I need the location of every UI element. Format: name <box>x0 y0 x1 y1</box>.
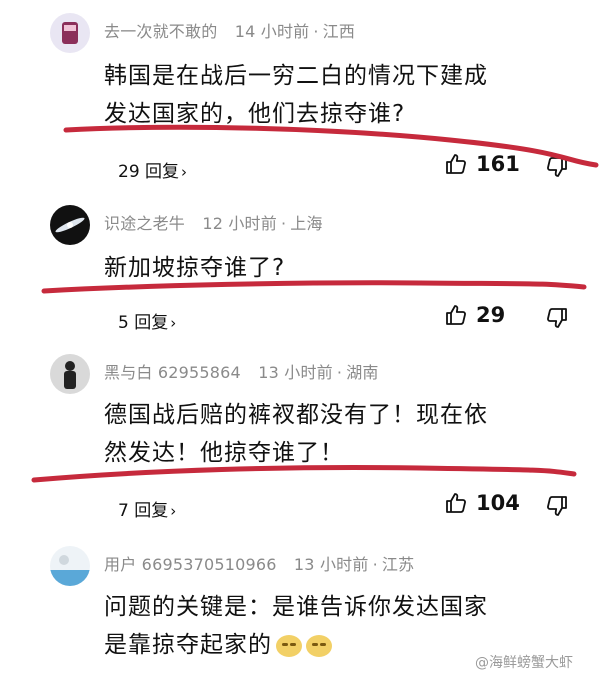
dislike-button[interactable] <box>545 494 569 522</box>
avatar-image <box>55 217 85 233</box>
thumbs-up-icon <box>446 154 466 174</box>
avatar-image <box>64 361 76 389</box>
separator: · <box>313 22 319 41</box>
reply-count: 7 回复 <box>118 501 169 521</box>
chevron-right-icon: › <box>181 163 188 181</box>
username[interactable]: 识途之老牛 <box>104 214 185 233</box>
comment-meta: 用户 6695370510966 13 小时前 · 江苏 <box>104 551 414 575</box>
dislike-button[interactable] <box>545 155 569 183</box>
thumbs-up-icon <box>446 305 466 325</box>
avatar[interactable] <box>50 354 90 394</box>
comment-text-line: 韩国是在战后一穷二白的情况下建成 <box>104 63 488 89</box>
location: 上海 <box>290 214 323 233</box>
comment-meta: 识途之老牛 12 小时前 · 上海 <box>104 210 323 234</box>
location: 湖南 <box>346 363 379 382</box>
comment-text-line: 发达国家的，他们去掠夺谁? <box>104 101 406 127</box>
avatar-image <box>62 22 78 44</box>
comment-text: 新加坡掠夺谁了? <box>104 249 584 287</box>
username[interactable]: 用户 6695370510966 <box>104 555 277 574</box>
timestamp: 14 小时前 <box>234 22 310 41</box>
comment-text-line: 问题的关键是：是谁告诉你发达国家 <box>104 594 488 620</box>
smirk-emoji-icon <box>276 634 302 657</box>
reply-count-button[interactable]: 7 回复 › <box>118 496 176 521</box>
avatar[interactable] <box>50 13 90 53</box>
comment-meta: 黑与白 62955864 13 小时前 · 湖南 <box>104 359 379 383</box>
thumbs-down-icon <box>547 308 567 328</box>
avatar[interactable] <box>50 205 90 245</box>
username[interactable]: 黑与白 62955864 <box>104 363 241 382</box>
comment-text: 德国战后赔的裤衩都没有了！现在依 然发达！他掠夺谁了！ <box>104 396 584 472</box>
like-count: 161 <box>476 152 520 176</box>
avatar-image <box>50 555 90 586</box>
comment-text-line: 德国战后赔的裤衩都没有了！现在依 <box>104 402 488 428</box>
reply-count: 29 回复 <box>118 162 180 182</box>
separator: · <box>336 363 343 382</box>
thumbs-up-icon <box>446 493 466 513</box>
avatar[interactable] <box>50 546 90 586</box>
like-button[interactable]: 161 <box>444 152 520 176</box>
comment-text: 韩国是在战后一穷二白的情况下建成 发达国家的，他们去掠夺谁? <box>104 57 584 133</box>
like-button[interactable]: 104 <box>444 491 520 515</box>
reply-count: 5 回复 <box>118 313 169 333</box>
comment-text-line: 新加坡掠夺谁了? <box>104 255 286 281</box>
reply-count-button[interactable]: 5 回复 › <box>118 308 176 333</box>
reply-count-button[interactable]: 29 回复 › <box>118 157 187 182</box>
comment-meta: 去一次就不敢的 14 小时前 · 江西 <box>104 18 355 42</box>
comment-text-line: 然发达！他掠夺谁了！ <box>104 440 344 466</box>
location: 江苏 <box>381 555 415 574</box>
thumbs-down-icon <box>547 157 567 177</box>
timestamp: 13 小时前 <box>293 555 369 574</box>
timestamp: 13 小时前 <box>258 363 333 382</box>
thumbs-down-icon <box>547 496 567 516</box>
timestamp: 12 小时前 <box>202 214 277 233</box>
watermark: @海鲜螃蟹大虾 <box>475 655 573 671</box>
like-count: 104 <box>476 491 520 515</box>
username[interactable]: 去一次就不敢的 <box>104 22 217 41</box>
location: 江西 <box>322 22 356 41</box>
comment-text-fragment: 是靠掠夺起家的 <box>104 632 272 658</box>
like-button[interactable]: 29 <box>444 303 505 327</box>
separator: · <box>280 214 287 233</box>
smirk-emoji-icon <box>306 634 332 657</box>
dislike-button[interactable] <box>545 306 569 334</box>
chevron-right-icon: › <box>170 502 177 520</box>
like-count: 29 <box>476 303 506 327</box>
separator: · <box>372 555 378 574</box>
chevron-right-icon: › <box>170 314 177 332</box>
